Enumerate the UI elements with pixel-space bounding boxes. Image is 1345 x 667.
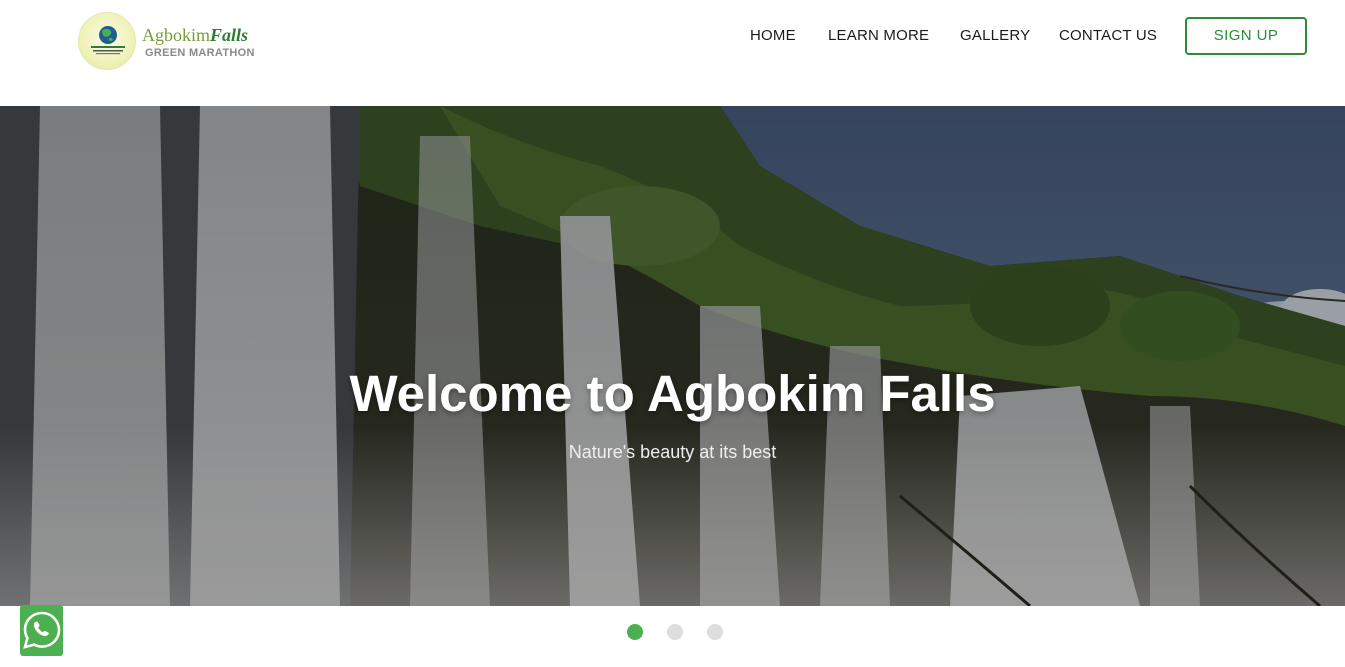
sign-up-button[interactable]: SIGN UP xyxy=(1185,17,1307,55)
whatsapp-icon xyxy=(23,611,61,649)
site-logo[interactable]: AgbokimFalls GREEN MARATHON xyxy=(78,12,268,70)
hero-subtitle: Nature's beauty at its best xyxy=(568,442,777,462)
whatsapp-button[interactable] xyxy=(20,605,63,656)
globe-icon xyxy=(91,26,125,55)
nav-gallery[interactable]: GALLERY xyxy=(960,27,1030,47)
nav-home[interactable]: HOME xyxy=(750,27,796,47)
logo-title: AgbokimFalls xyxy=(142,25,248,46)
logo-name-part2: Falls xyxy=(210,25,249,45)
hero-overlay xyxy=(0,106,1345,606)
logo-name-part1: Agbokim xyxy=(142,25,211,45)
carousel-dot-1[interactable] xyxy=(627,624,643,640)
carousel-indicators xyxy=(0,624,1345,640)
carousel-dot-3[interactable] xyxy=(707,624,723,640)
carousel-dot-2[interactable] xyxy=(667,624,683,640)
site-header: AgbokimFalls GREEN MARATHON HOME LEARN M… xyxy=(0,0,1345,106)
hero-title: Welcome to Agbokim Falls xyxy=(349,365,996,422)
logo-tagline: GREEN MARATHON xyxy=(145,47,255,59)
logo-badge xyxy=(78,12,136,70)
hero-banner: Welcome to Agbokim Falls Nature's beauty… xyxy=(0,106,1345,606)
nav-learn-more[interactable]: LEARN MORE xyxy=(828,27,929,47)
nav-contact-us[interactable]: CONTACT US xyxy=(1059,27,1157,47)
